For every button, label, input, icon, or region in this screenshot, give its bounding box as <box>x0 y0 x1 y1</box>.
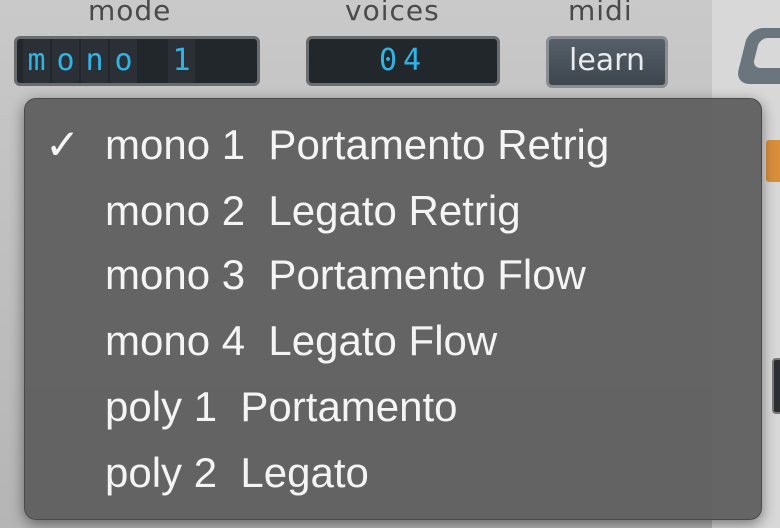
menu-item-mono-2[interactable]: mono 2 Legato Retrig <box>25 179 761 243</box>
menu-item-poly-2[interactable]: poly 2 Legato <box>25 441 761 505</box>
mode-char: o <box>52 39 79 83</box>
midi-learn-button[interactable]: learn <box>546 36 668 88</box>
midi-label: midi <box>568 0 633 27</box>
voices-selector[interactable]: 04 <box>306 36 500 86</box>
mode-char: n <box>81 39 108 83</box>
orange-tab <box>766 140 780 182</box>
mode-label: mode <box>88 0 172 27</box>
mode-char: o <box>110 39 137 83</box>
menu-item-mono-3[interactable]: mono 3 Portamento Flow <box>25 243 761 307</box>
mode-selector[interactable]: mono1 <box>14 36 260 86</box>
menu-item-label: mono 3 Portamento Flow <box>105 251 586 298</box>
menu-item-label: mono 1 Portamento Retrig <box>105 121 610 168</box>
menu-item-poly-1[interactable]: poly 1 Portamento <box>25 375 761 439</box>
menu-item-label: mono 2 Legato Retrig <box>105 187 521 234</box>
checkmark-icon: ✓ <box>45 121 81 168</box>
side-display <box>772 358 780 414</box>
menu-item-mono-1[interactable]: ✓ mono 1 Portamento Retrig <box>25 113 761 177</box>
mode-char: 1 <box>168 39 195 83</box>
menu-item-label: mono 4 Legato Flow <box>105 317 498 364</box>
voices-label: voices <box>345 0 440 27</box>
mode-dropdown-menu: ✓ mono 1 Portamento Retrig mono 2 Legato… <box>24 98 762 520</box>
menu-item-label: poly 1 Portamento <box>105 383 458 430</box>
menu-item-mono-4[interactable]: mono 4 Legato Flow <box>25 309 761 373</box>
mode-char: m <box>23 39 50 83</box>
voices-value: 04 <box>378 43 428 78</box>
menu-item-label: poly 2 Legato <box>105 449 369 496</box>
